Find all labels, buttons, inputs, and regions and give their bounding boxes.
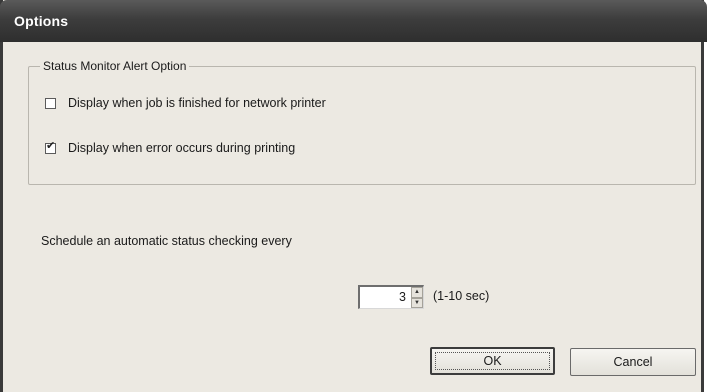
job-finished-label: Display when job is finished for network… [68, 96, 326, 110]
window-title: Options [14, 13, 69, 29]
interval-input[interactable]: 3 [358, 285, 411, 309]
group-legend: Status Monitor Alert Option [40, 59, 190, 73]
error-occurs-checkbox[interactable]: ✔ [45, 139, 56, 154]
alert-option-groupbox [28, 66, 696, 185]
job-finished-option[interactable]: Display when job is finished for network… [44, 95, 326, 111]
interval-range-label: (1-10 sec) [433, 289, 490, 303]
interval-spinner[interactable]: 3 ▲ ▼ [358, 285, 428, 309]
spin-buttons: ▲ ▼ [411, 285, 424, 309]
check-mark-icon: ✔ [46, 139, 56, 152]
schedule-label: Schedule an automatic status checking ev… [41, 234, 292, 248]
error-occurs-label: Display when error occurs during printin… [68, 141, 296, 155]
focus-ring [435, 352, 550, 370]
spin-down-icon[interactable]: ▼ [411, 297, 423, 308]
spin-up-icon[interactable]: ▲ [411, 287, 423, 298]
title-bar[interactable]: Options [0, 0, 707, 42]
ok-button[interactable]: OK [430, 347, 555, 375]
error-occurs-option[interactable]: ✔ Display when error occurs during print… [44, 140, 295, 156]
cancel-button-label: Cancel [613, 355, 653, 369]
cancel-button[interactable]: Cancel [570, 348, 696, 376]
job-finished-checkbox[interactable] [45, 97, 56, 109]
